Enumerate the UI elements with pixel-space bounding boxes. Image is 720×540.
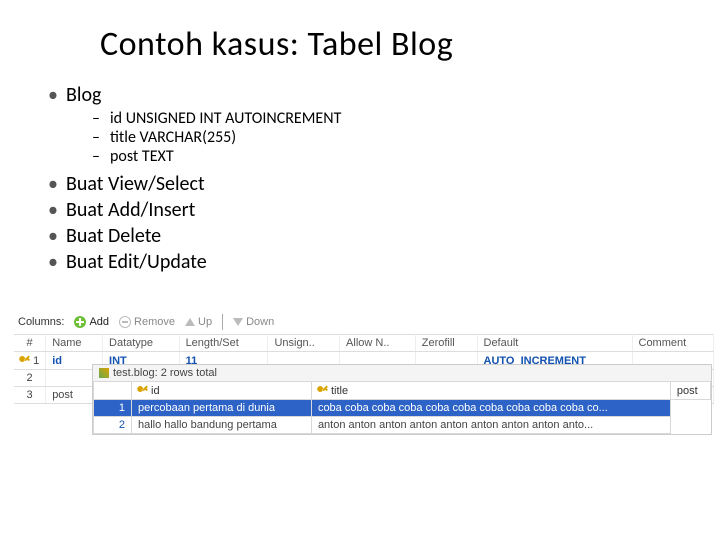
slide-title: Contoh kasus: Tabel Blog bbox=[100, 24, 680, 65]
data-grid: id title post 1 percobaan pertama di dun… bbox=[93, 381, 711, 434]
columns-toolbar: Columns: Add Remove Up Down bbox=[14, 312, 714, 332]
bullet-blog: Blog id UNSIGNED INT AUTOINCREMENT title… bbox=[48, 83, 680, 166]
add-button[interactable]: Add bbox=[74, 316, 109, 328]
bullet-sub: id UNSIGNED INT AUTOINCREMENT bbox=[92, 109, 680, 128]
bullet-item: Buat Edit/Update bbox=[48, 250, 680, 274]
down-button[interactable]: Down bbox=[233, 316, 274, 328]
grid-icon bbox=[99, 368, 109, 378]
bullet-item: Buat View/Select bbox=[48, 172, 680, 196]
table-designer-panel: Columns: Add Remove Up Down #NameDatatyp… bbox=[14, 312, 714, 404]
bullet-list: Blog id UNSIGNED INT AUTOINCREMENT title… bbox=[48, 83, 680, 274]
bullet-item: Buat Add/Insert bbox=[48, 198, 680, 222]
toolbar-separator bbox=[222, 314, 223, 330]
bullet-item: Buat Delete bbox=[48, 224, 680, 248]
data-row[interactable]: 2 hallo hallo bandung pertama anton anto… bbox=[94, 417, 711, 434]
data-row[interactable]: 1 percobaan pertama di dunia coba coba c… bbox=[94, 400, 711, 417]
up-button[interactable]: Up bbox=[185, 316, 212, 328]
data-grid-window: test.blog: 2 rows total id title post 1 … bbox=[92, 364, 712, 435]
bullet-sub: post TEXT bbox=[92, 147, 680, 166]
grid-title: test.blog: 2 rows total bbox=[113, 367, 217, 379]
columns-label: Columns: bbox=[18, 316, 64, 328]
data-header-row: id title post bbox=[94, 382, 711, 400]
columns-header-row: #NameDatatype Length/SetUnsign..Allow N.… bbox=[14, 335, 714, 352]
bullet-sub: title VARCHAR(255) bbox=[92, 128, 680, 147]
key-icon bbox=[18, 352, 32, 366]
remove-button[interactable]: Remove bbox=[119, 316, 175, 328]
